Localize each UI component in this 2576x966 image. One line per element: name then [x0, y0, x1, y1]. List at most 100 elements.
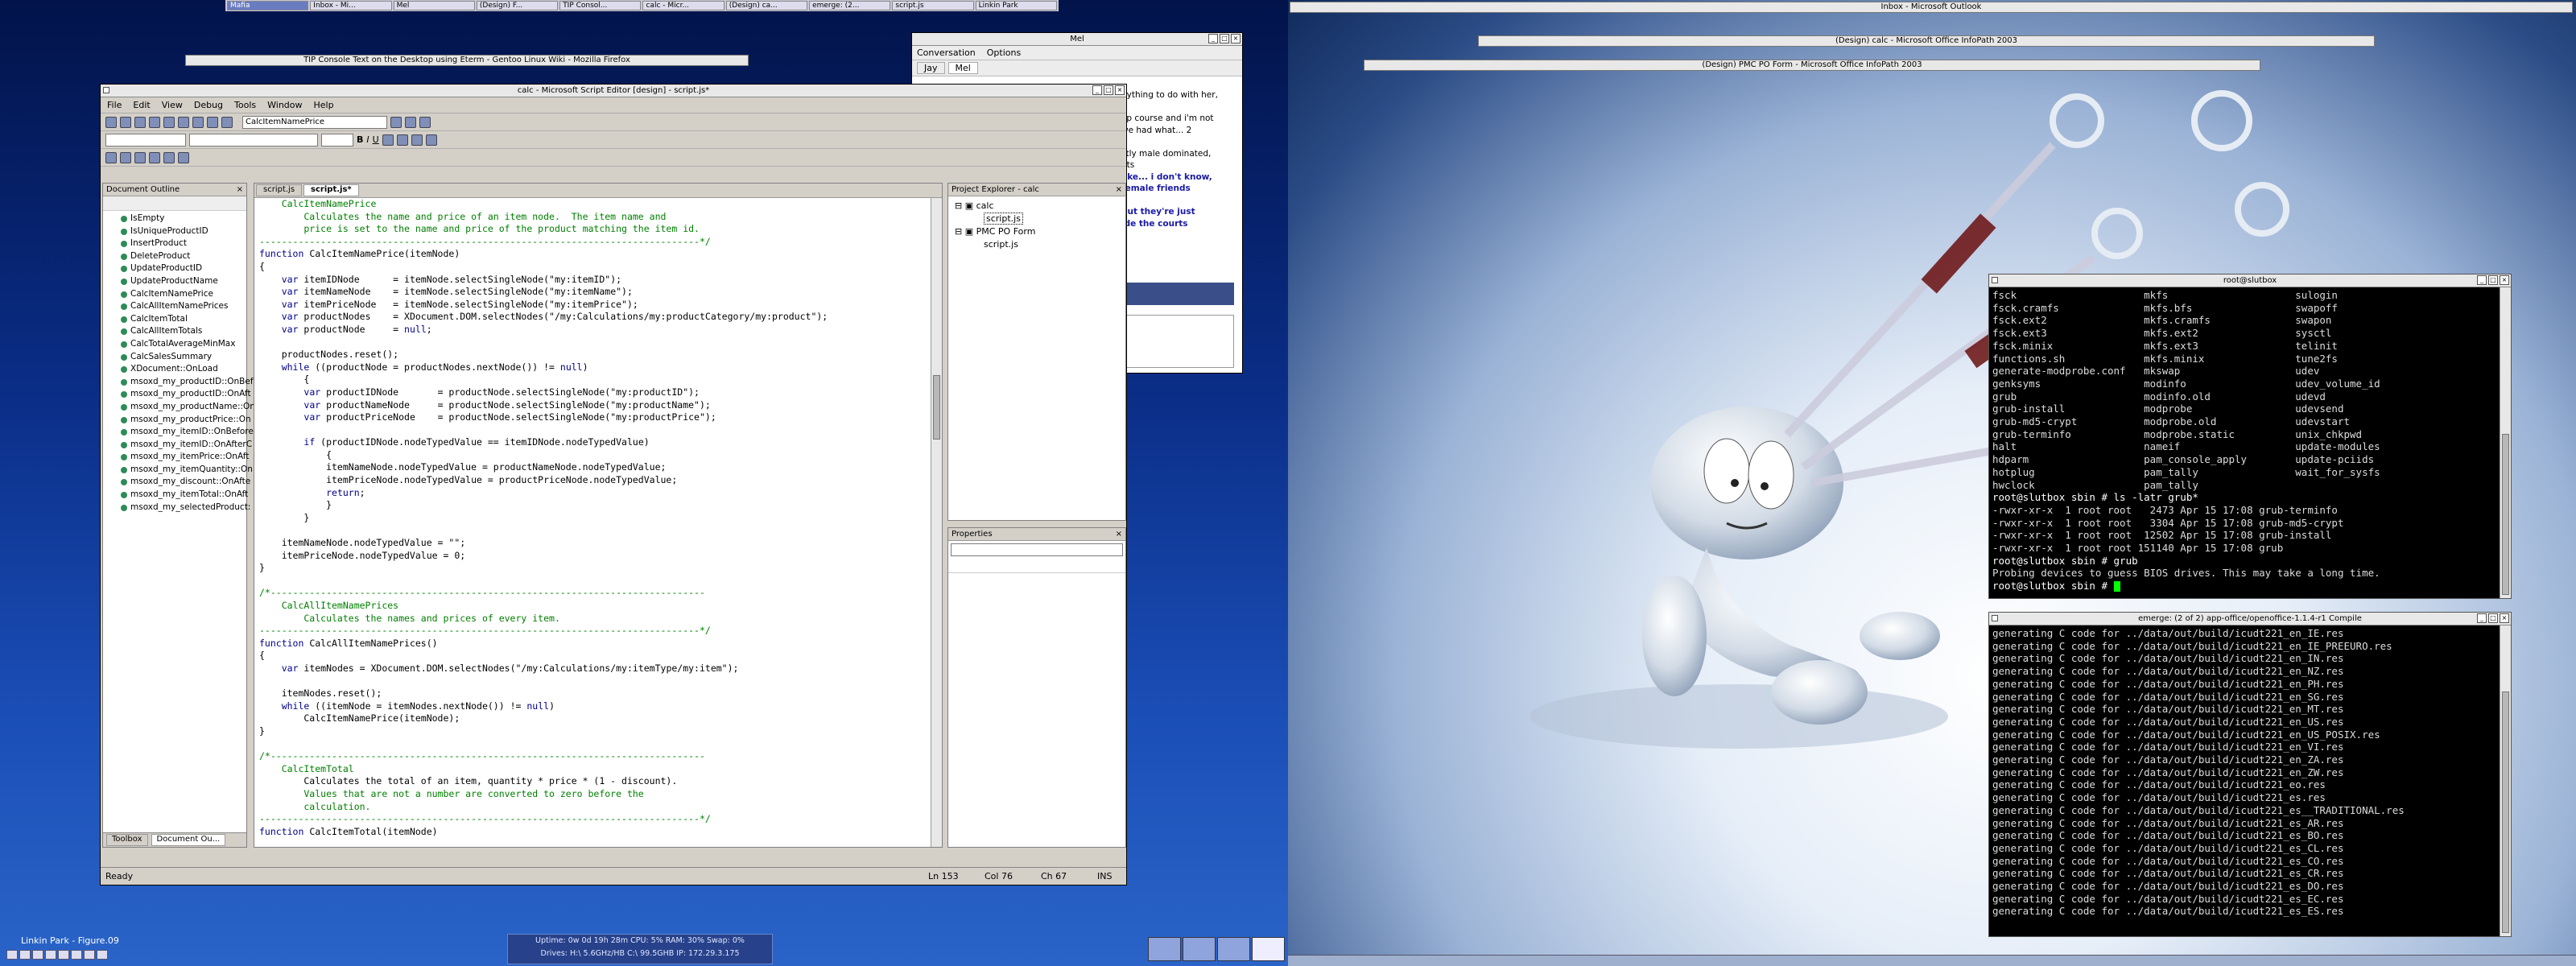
menu-debug[interactable]: Debug: [194, 100, 223, 110]
paste-icon[interactable]: [178, 116, 189, 128]
tree-node-script-js[interactable]: script.js: [955, 213, 1119, 225]
undo-icon[interactable]: [192, 116, 204, 128]
open-file-icon[interactable]: [120, 116, 131, 128]
eject-icon[interactable]: [71, 950, 82, 960]
pager-desktop-3[interactable]: [1217, 937, 1250, 961]
taskbar-item[interactable]: emerge: (2...: [809, 1, 891, 10]
tree-node-calc[interactable]: ⊟ ▣ calc: [955, 200, 1119, 213]
taskbar-item[interactable]: TIP Consol...: [559, 1, 642, 10]
outline-item[interactable]: msoxd_my_selectedProduct:: [103, 502, 250, 514]
window-menu-button[interactable]: [103, 87, 109, 93]
repeat-icon[interactable]: [97, 950, 108, 960]
chat-menu-conversation[interactable]: Conversation: [917, 47, 976, 58]
outline-item[interactable]: msoxd_my_productName::On: [103, 401, 255, 414]
outline-item[interactable]: CalcTotalAverageMinMax: [103, 338, 246, 351]
infopath-pmc-titlebar[interactable]: (Design) PMC PO Form - Microsoft Office …: [1364, 60, 2260, 71]
outline-item[interactable]: IsEmpty: [103, 213, 246, 225]
window-menu-button[interactable]: [1992, 615, 1998, 621]
minimize-button[interactable]: _: [1092, 85, 1102, 95]
menu-view[interactable]: View: [162, 100, 183, 110]
chat-input[interactable]: [1113, 315, 1234, 368]
editor-titlebar[interactable]: calc - Microsoft Script Editor [design] …: [101, 85, 1126, 97]
tab-jay[interactable]: Jay: [917, 62, 945, 74]
outline-item[interactable]: IsUniqueProductID: [103, 225, 246, 238]
outline-item[interactable]: msoxd_my_productID::OnBef: [103, 376, 254, 389]
menu-window[interactable]: Window: [267, 100, 302, 110]
minimize-button[interactable]: _: [2477, 275, 2487, 285]
cut-icon[interactable]: [149, 116, 160, 128]
bold-button[interactable]: B: [357, 134, 363, 145]
firefox-window-titlebar[interactable]: TIP Console Text on the Desktop using Et…: [185, 55, 749, 66]
properties-object-combo[interactable]: [951, 543, 1123, 556]
taskbar-item[interactable]: script.js: [892, 1, 974, 10]
size-combo[interactable]: [321, 133, 353, 147]
bullet-list-icon[interactable]: [425, 134, 437, 146]
terminal-titlebar[interactable]: emerge: (2 of 2) app-office/openoffice-1…: [1989, 613, 2511, 625]
maximize-button[interactable]: □: [1220, 34, 1229, 43]
maximize-button[interactable]: □: [2488, 613, 2498, 623]
start-debug-icon[interactable]: [221, 116, 233, 128]
window-menu-button[interactable]: [1992, 277, 1998, 283]
outline-item[interactable]: UpdateProductName: [103, 275, 246, 288]
close-icon[interactable]: ×: [1116, 184, 1122, 196]
outline-item[interactable]: XDocument::OnLoad: [103, 363, 246, 376]
new-file-icon[interactable]: [105, 116, 117, 128]
terminal-titlebar[interactable]: root@slutbox _ □ ×: [1989, 275, 2511, 287]
outline-item[interactable]: msoxd_my_productID::OnAft: [103, 388, 251, 401]
outline-item[interactable]: CalcAllItemTotals: [103, 325, 246, 338]
redo-icon[interactable]: [207, 116, 218, 128]
shuffle-icon[interactable]: [84, 950, 95, 960]
next-icon[interactable]: [58, 950, 69, 960]
outline-item[interactable]: msoxd_my_discount::OnAfte: [103, 476, 250, 489]
step-out-icon[interactable]: [134, 151, 146, 163]
taskbar-item[interactable]: Mafia: [227, 1, 309, 10]
step-into-icon[interactable]: [105, 151, 117, 163]
tree-node-script-js-2[interactable]: script.js: [955, 238, 1119, 251]
outline-item[interactable]: DeleteProduct: [103, 250, 246, 263]
step-over-icon[interactable]: [120, 151, 131, 163]
breakpoint-icon[interactable]: [149, 151, 160, 163]
tree-node-pmc-po-form[interactable]: ⊟ ▣ PMC PO Form: [955, 225, 1119, 238]
outline-item[interactable]: CalcSalesSummary: [103, 351, 246, 364]
taskbar-item[interactable]: calc - Micr...: [642, 1, 724, 10]
infopath-calc-titlebar[interactable]: (Design) calc - Microsoft Office InfoPat…: [1478, 35, 2375, 47]
taskbar-item[interactable]: Inbox - Mi...: [310, 1, 392, 10]
code-vertical-scrollbar[interactable]: [931, 198, 942, 847]
outline-item[interactable]: msoxd_my_itemQuantity::On: [103, 464, 253, 477]
align-left-icon[interactable]: [382, 134, 394, 146]
terminal-output[interactable]: fsck mkfs sulogin fsck.cramfs mkfs.bfs sw…: [1989, 287, 2511, 594]
explorer-icon[interactable]: [419, 116, 431, 128]
tab-document-outline[interactable]: Document Ou...: [151, 834, 226, 846]
maximize-button[interactable]: □: [2488, 275, 2498, 285]
align-right-icon[interactable]: [411, 134, 423, 146]
outline-item[interactable]: CalcItemNamePrice: [103, 288, 246, 301]
tab-mel[interactable]: Mel: [947, 62, 978, 74]
outdent-icon[interactable]: [178, 151, 189, 163]
chat-menu-options[interactable]: Options: [987, 47, 1021, 58]
tab-script-js[interactable]: script.js: [256, 184, 303, 196]
tab-script-js-modified[interactable]: script.js*: [303, 184, 359, 196]
maximize-button[interactable]: □: [1104, 85, 1113, 95]
style-combo[interactable]: [105, 133, 186, 147]
taskbar-item[interactable]: Linkin Park: [975, 1, 1057, 10]
outline-item[interactable]: msoxd_my_itemPrice::OnAft: [103, 451, 249, 464]
pager-desktop-4[interactable]: [1252, 937, 1285, 961]
chat-titlebar[interactable]: Mel _ □ ×: [912, 33, 1242, 46]
close-button[interactable]: ×: [1115, 85, 1125, 95]
tab-toolbox[interactable]: Toolbox: [106, 834, 148, 846]
menu-file[interactable]: File: [107, 100, 122, 110]
properties-icon[interactable]: [405, 116, 416, 128]
pager-desktop-2[interactable]: [1183, 937, 1216, 961]
font-combo[interactable]: [189, 133, 318, 147]
outline-item[interactable]: msoxd_my_productPrice::On: [103, 414, 251, 427]
stop-icon[interactable]: [32, 950, 43, 960]
outline-item[interactable]: UpdateProductID: [103, 262, 246, 275]
taskbar-item[interactable]: (Design) ca...: [725, 1, 808, 10]
close-icon[interactable]: ×: [1116, 528, 1122, 541]
pager-desktop-1[interactable]: [1148, 937, 1181, 961]
minimize-button[interactable]: _: [1208, 34, 1218, 43]
outline-item[interactable]: CalcAllItemNamePrices: [103, 300, 246, 313]
close-icon[interactable]: ×: [237, 184, 243, 196]
minimize-button[interactable]: _: [2477, 613, 2487, 623]
taskbar-item[interactable]: (Design) F...: [476, 1, 559, 10]
